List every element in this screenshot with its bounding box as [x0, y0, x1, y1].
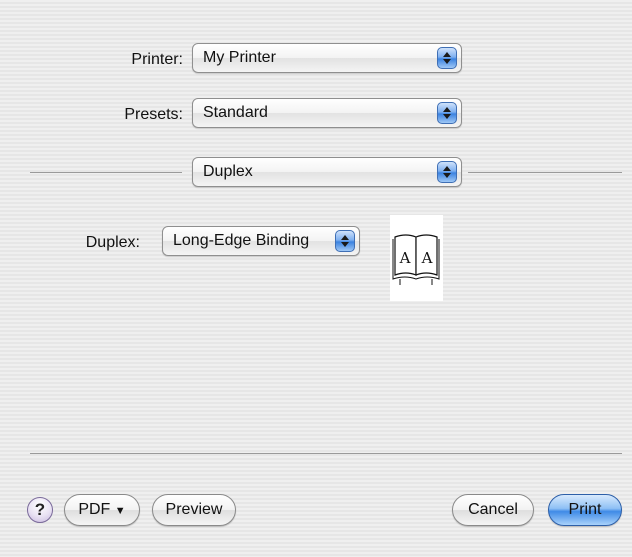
- up-down-arrows-icon: [437, 161, 457, 183]
- printer-popup[interactable]: My Printer: [192, 43, 462, 73]
- panel-popup[interactable]: Duplex: [192, 157, 462, 187]
- duplex-preview: A A: [390, 215, 443, 301]
- panel-popup-value: Duplex: [203, 163, 253, 180]
- duplex-popup-value: Long-Edge Binding: [173, 232, 310, 249]
- preview-button[interactable]: Preview: [152, 494, 236, 526]
- print-button[interactable]: Print: [548, 494, 622, 526]
- help-button[interactable]: ?: [27, 497, 53, 523]
- bottom-separator: [30, 453, 622, 454]
- separator-left: [30, 172, 182, 173]
- presets-label: Presets:: [124, 106, 183, 123]
- duplex-popup[interactable]: Long-Edge Binding: [162, 226, 360, 256]
- up-down-arrows-icon: [437, 47, 457, 69]
- up-down-arrows-icon: [335, 230, 355, 252]
- open-book-icon: A A: [392, 234, 440, 285]
- presets-popup[interactable]: Standard: [192, 98, 462, 128]
- separator-right: [468, 172, 622, 173]
- duplex-label: Duplex:: [85, 234, 140, 251]
- pdf-button-label: PDF: [78, 501, 111, 518]
- triangle-down-icon: ▼: [114, 505, 126, 517]
- pdf-button[interactable]: PDF ▼: [64, 494, 140, 526]
- preview-letter-right: A: [421, 249, 433, 267]
- printer-label: Printer:: [131, 51, 183, 68]
- question-mark-icon: ?: [34, 500, 46, 519]
- preview-letter-left: A: [399, 249, 411, 267]
- printer-popup-value: My Printer: [203, 49, 276, 66]
- up-down-arrows-icon: [437, 102, 457, 124]
- cancel-button[interactable]: Cancel: [452, 494, 534, 526]
- presets-popup-value: Standard: [203, 104, 268, 121]
